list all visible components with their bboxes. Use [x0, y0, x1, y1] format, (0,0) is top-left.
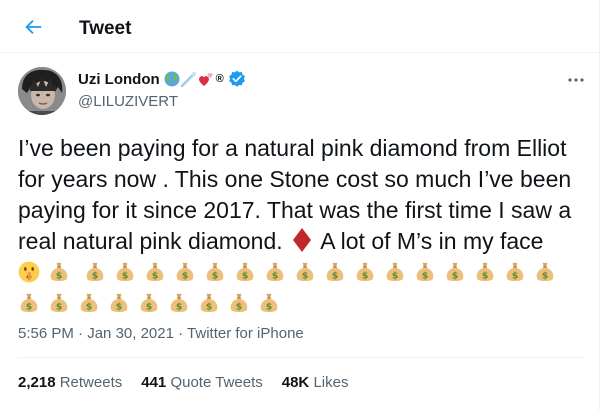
- money-bag-icon: [138, 292, 160, 314]
- money-bag-icon: [258, 292, 280, 314]
- quote-tweets-label: Quote Tweets: [170, 374, 263, 391]
- author-name-row: Uzi London ®: [78, 69, 246, 89]
- page-title: Tweet: [79, 18, 132, 39]
- tweet-page: Tweet Uzi London ® @LILUZIVERT I’ve been…: [0, 0, 600, 410]
- arrow-left-icon[interactable]: [22, 16, 44, 38]
- money-bag-icon: [264, 261, 286, 283]
- emoji-line: [18, 288, 584, 319]
- more-options-icon[interactable]: [566, 70, 586, 90]
- money-bag-icon: [204, 261, 226, 283]
- money-bag-icon: [168, 292, 190, 314]
- money-bag-icon: [354, 261, 376, 283]
- quote-tweets-stat[interactable]: 441 Quote Tweets: [141, 374, 262, 391]
- tweet-meta: 5:56 PM · Jan 30, 2021 · Twitter for iPh…: [18, 325, 304, 342]
- registered-mark: ®: [215, 72, 224, 85]
- author-handle[interactable]: @LILUZIVERT: [78, 93, 178, 110]
- money-bag-icon: [198, 292, 220, 314]
- tweet-date[interactable]: Jan 30, 2021: [87, 325, 174, 342]
- likes-count: 48K: [281, 374, 310, 391]
- page-header: Tweet: [0, 0, 600, 53]
- money-bag-icon: [504, 261, 526, 283]
- tweet-stats: 2,218 Retweets 441 Quote Tweets 48K Like…: [18, 374, 367, 391]
- tweet-text: I’ve been paying for a natural pink diam…: [18, 133, 584, 319]
- money-bag-icon: [84, 261, 106, 283]
- meta-separator: ·: [78, 325, 84, 342]
- avatar[interactable]: [18, 67, 66, 115]
- retweets-stat[interactable]: 2,218 Retweets: [18, 374, 122, 391]
- tweet-time[interactable]: 5:56 PM: [18, 325, 74, 342]
- likes-label: Likes: [313, 374, 349, 391]
- money-bag-icon: [114, 261, 136, 283]
- money-bag-icon: [234, 261, 256, 283]
- divider: [18, 357, 584, 358]
- money-bag-icon: [474, 261, 496, 283]
- globe-icon: [164, 71, 180, 87]
- tweet-line: for years now . This one Stone cost so m…: [18, 166, 572, 192]
- money-bag-icon: [174, 261, 196, 283]
- verified-badge-icon: [228, 70, 245, 87]
- diamond-suit-icon: [293, 228, 312, 252]
- money-bag-icon: [18, 292, 40, 314]
- retweets-label: Retweets: [59, 374, 123, 391]
- tweet-line-text: A lot of M’s in my face: [320, 228, 544, 254]
- tweet-line-text: real natural pink diamond.: [18, 228, 283, 254]
- money-bag-icon: [48, 261, 70, 283]
- money-bag-icon: [324, 261, 346, 283]
- tweet-line-4: real natural pink diamond. A lot of M’s …: [18, 226, 584, 257]
- emoji-line: [18, 257, 584, 288]
- money-bag-icon: [384, 261, 406, 283]
- name-emojis: [164, 71, 215, 87]
- quote-tweets-count: 441: [141, 374, 167, 391]
- hearts-icon: [198, 73, 213, 86]
- money-bag-icon: [78, 292, 100, 314]
- money-bag-icon: [228, 292, 250, 314]
- comet-icon: [180, 71, 196, 87]
- retweets-count: 2,218: [18, 374, 56, 391]
- tweet-line: paying for it since 2017. That was the f…: [18, 197, 572, 223]
- tweet-source[interactable]: Twitter for iPhone: [187, 325, 304, 342]
- meta-separator: ·: [178, 325, 184, 342]
- money-bag-icon: [414, 261, 436, 283]
- tweet-line: I’ve been paying for a natural pink diam…: [18, 135, 567, 161]
- money-bag-icon: [144, 261, 166, 283]
- money-bag-icon: [108, 292, 130, 314]
- money-bag-icon: [534, 261, 556, 283]
- shushing-face-icon: [18, 261, 40, 283]
- author-name[interactable]: Uzi London: [78, 71, 160, 88]
- money-bag-icon: [444, 261, 466, 283]
- money-bag-icon: [48, 292, 70, 314]
- money-bag-icon: [294, 261, 316, 283]
- likes-stat[interactable]: 48K Likes: [282, 374, 349, 391]
